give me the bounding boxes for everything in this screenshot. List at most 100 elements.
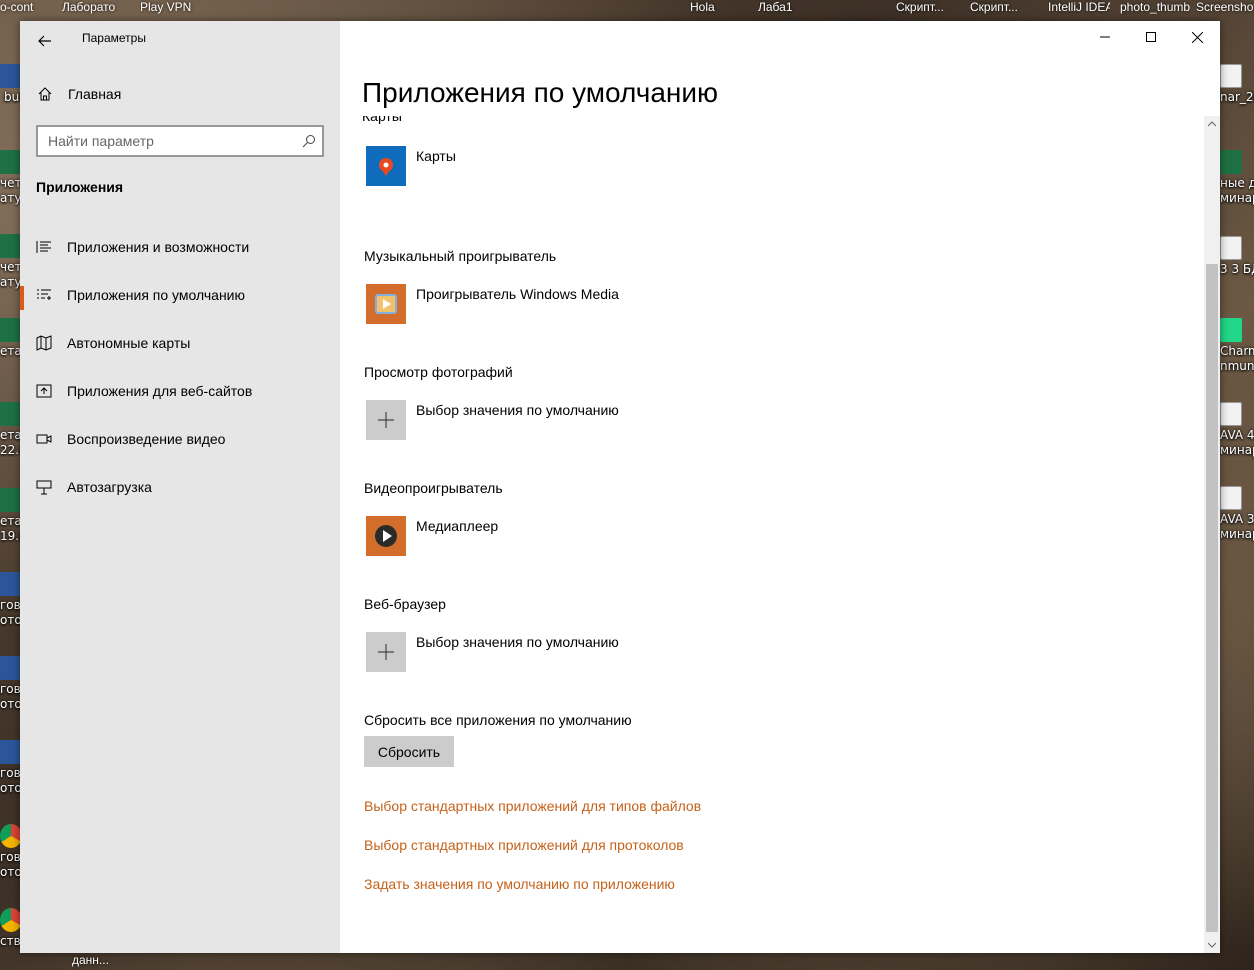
maps-app-tile — [366, 146, 406, 186]
window-title: Параметры — [82, 31, 146, 45]
scroll-up-button[interactable] — [1204, 116, 1220, 132]
plus-icon — [378, 412, 394, 428]
desktop-icon[interactable]: AVA 4 минар — [1220, 402, 1254, 464]
desktop-icon-label: AVA 4 — [1220, 428, 1254, 442]
desktop-icon-label: ные дл — [1220, 176, 1254, 190]
app-name: Выбор значения по умолчанию — [416, 402, 619, 418]
app-name: Медиаплеер — [416, 518, 499, 534]
desktop-icon-label: nmuni — [1220, 359, 1254, 373]
vertical-scrollbar[interactable] — [1204, 116, 1220, 953]
desktop-icon-label[interactable]: o-cont — [0, 0, 48, 22]
selection-indicator — [20, 478, 24, 502]
sidebar-item-default-apps[interactable]: Приложения по умолчанию — [20, 274, 340, 322]
chrome-icon — [0, 908, 22, 932]
desktop-icon-label[interactable]: photo_thumb — [1120, 0, 1190, 22]
search-icon[interactable] — [302, 134, 316, 148]
sidebar-item-label: Автозагрузка — [67, 479, 152, 495]
home-icon — [38, 87, 52, 101]
desktop-icon-label[interactable]: Лаборато — [62, 0, 122, 22]
sidebar-item-label: Главная — [68, 86, 122, 102]
list-icon — [36, 241, 51, 253]
selection-indicator — [20, 430, 24, 454]
category-label: Видеопроигрыватель — [364, 480, 503, 496]
reset-label: Сбросить все приложения по умолчанию — [364, 712, 632, 728]
desktop-icon-label[interactable]: IntelliJ IDEA — [1048, 0, 1110, 22]
map-pin-icon — [379, 158, 393, 176]
settings-window: Параметры Главная Приложения Приложения … — [20, 21, 1220, 953]
file-icon — [0, 64, 22, 88]
desktop-icon-label: 3 3 БД — [1220, 262, 1254, 276]
sidebar-item-home[interactable]: Главная — [20, 76, 340, 112]
default-apps-icon — [37, 289, 51, 300]
chevron-down-icon — [1208, 942, 1216, 948]
desktop-icon-label: AVA 3 — [1220, 512, 1254, 526]
video-icon — [36, 434, 52, 444]
desktop-icon-label[interactable]: Скрипт... — [896, 0, 952, 22]
desktop-icon[interactable]: 3 3 БД — [1220, 236, 1254, 282]
back-arrow-icon — [38, 35, 51, 47]
desktop-icon-label[interactable]: Лаба1 — [758, 0, 798, 22]
default-app-maps[interactable]: Карты — [366, 146, 766, 186]
desktop-icon-label[interactable]: Hola — [690, 0, 730, 22]
scroll-down-button[interactable] — [1204, 937, 1220, 953]
desktop-icon[interactable]: ные дл минара — [1220, 150, 1254, 212]
word-icon — [0, 656, 22, 680]
search-box — [36, 125, 324, 157]
back-button[interactable] — [30, 26, 60, 56]
category-label: Карты — [362, 116, 402, 124]
excel-icon — [1220, 150, 1242, 174]
sidebar-item-video-playback[interactable]: Воспроизведение видео — [20, 418, 340, 466]
map-icon — [36, 335, 52, 351]
link-protocols[interactable]: Выбор стандартных приложений для протоко… — [364, 837, 684, 853]
sidebar-item-startup[interactable]: Автозагрузка — [20, 466, 340, 514]
plus-icon — [378, 644, 394, 660]
default-app-video[interactable]: Медиаплеер — [366, 516, 766, 556]
selection-indicator — [20, 382, 24, 406]
link-by-app[interactable]: Задать значения по умолчанию по приложен… — [364, 876, 675, 892]
reset-button[interactable]: Сбросить — [364, 736, 454, 767]
chevron-up-icon — [1208, 121, 1216, 127]
selection-indicator — [20, 334, 24, 358]
selection-indicator — [20, 238, 24, 262]
default-app-browser[interactable]: Выбор значения по умолчанию — [366, 632, 766, 672]
sidebar-item-label: Приложения для веб-сайтов — [67, 383, 253, 399]
desktop-icon-label: Charm — [1220, 344, 1254, 358]
desktop-icon-label[interactable]: Screenshot — [1196, 0, 1254, 22]
sidebar-nav: Приложения и возможности Приложения по у… — [20, 226, 340, 514]
chrome-icon — [0, 824, 22, 848]
desktop-icon-label[interactable]: данн... — [72, 953, 118, 970]
desktop-icon[interactable]: AVA 3 минар — [1220, 486, 1254, 548]
desktop-icon-label[interactable]: Play VPN — [140, 0, 200, 22]
startup-icon — [36, 480, 52, 495]
default-app-photos[interactable]: Выбор значения по умолчанию — [366, 400, 766, 440]
excel-icon — [0, 150, 22, 174]
play-icon — [375, 525, 397, 547]
category-label: Музыкальный проигрыватель — [364, 248, 557, 264]
file-icon — [1220, 64, 1242, 88]
sidebar: Параметры Главная Приложения Приложения … — [20, 21, 340, 953]
sidebar-item-offline-maps[interactable]: Автономные карты — [20, 322, 340, 370]
sidebar-item-web-apps[interactable]: Приложения для веб-сайтов — [20, 370, 340, 418]
desktop-icon[interactable]: nar_28 — [1220, 64, 1254, 114]
desktop-icon-label: минара — [1220, 191, 1254, 205]
minimize-button[interactable] — [1082, 21, 1128, 53]
web-app-icon — [36, 384, 52, 398]
sidebar-item-apps-features[interactable]: Приложения и возможности — [20, 226, 340, 274]
link-file-types[interactable]: Выбор стандартных приложений для типов ф… — [364, 798, 701, 814]
windows-media-player-icon — [375, 294, 397, 314]
category-label: Просмотр фотографий — [364, 364, 513, 380]
media-player-app-tile — [366, 284, 406, 324]
desktop-icon[interactable]: Charm nmuni — [1220, 318, 1254, 380]
close-button[interactable] — [1174, 21, 1220, 53]
scroll-thumb[interactable] — [1206, 264, 1218, 932]
desktop-icon-label[interactable]: Скрипт... — [970, 0, 1026, 22]
choose-default-tile — [366, 632, 406, 672]
search-input[interactable] — [38, 127, 288, 155]
app-name: Карты — [416, 148, 456, 164]
excel-icon — [0, 402, 22, 426]
file-icon — [1220, 402, 1242, 426]
sidebar-item-label: Приложения и возможности — [67, 239, 250, 255]
maximize-button[interactable] — [1128, 21, 1174, 53]
default-app-music[interactable]: Проигрыватель Windows Media — [366, 284, 766, 324]
file-icon — [1220, 486, 1242, 510]
